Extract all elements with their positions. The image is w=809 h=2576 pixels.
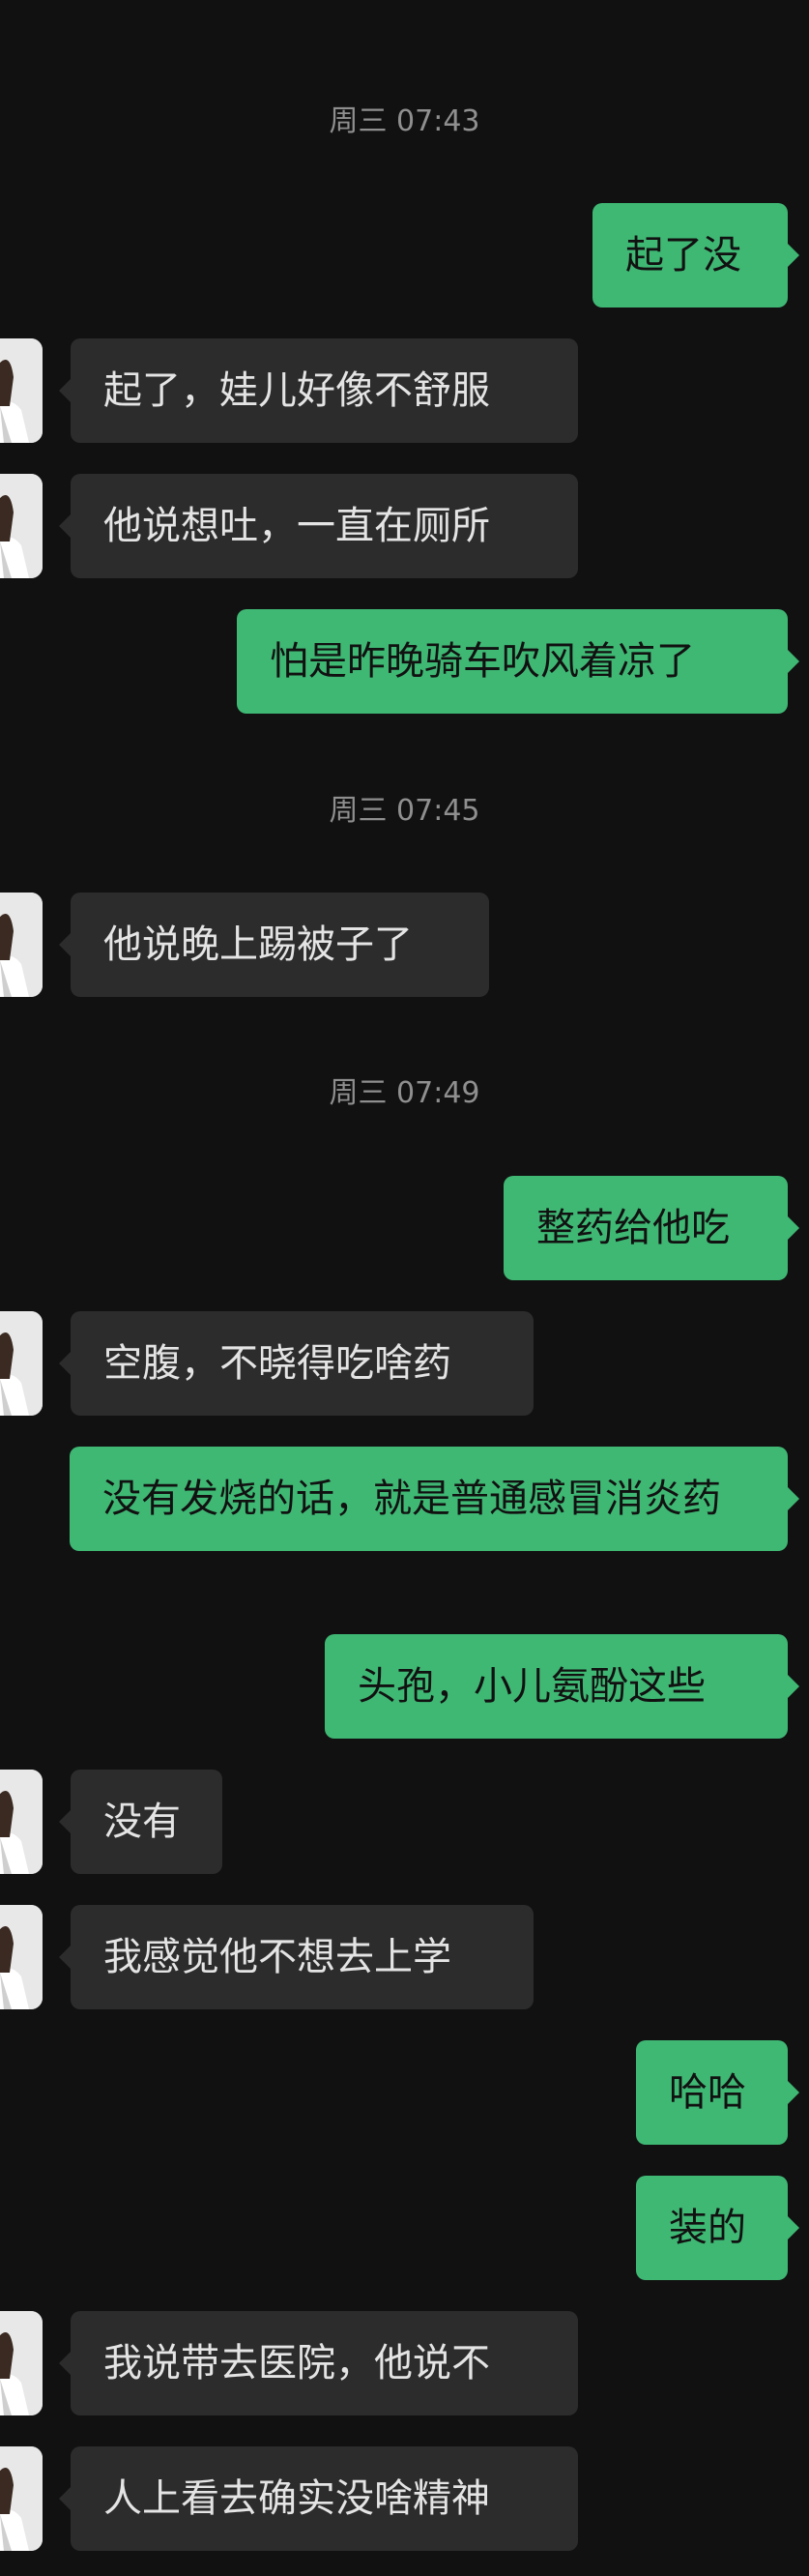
received-message-bubble[interactable]: 空腹，不晓得吃啥药 [59,1311,534,1416]
message-text: 装的 [669,2206,746,2250]
contact-avatar[interactable] [0,1770,43,1874]
contact-avatar[interactable] [0,2311,43,2415]
message-text: 空腹，不晓得吃啥药 [103,1341,451,1386]
contact-avatar[interactable] [0,1311,43,1416]
message-text: 头孢，小儿氨酚这些 [358,1664,706,1709]
message-text: 我感觉他不想去上学 [103,1935,451,1979]
received-message-bubble[interactable]: 我说带去医院，他说不 [59,2311,578,2415]
received-message-bubble[interactable]: 我感觉他不想去上学 [59,1905,534,2009]
contact-avatar[interactable] [0,474,43,578]
sent-message-bubble[interactable]: 整药给他吃 [504,1176,799,1280]
received-message-bubble[interactable]: 没有 [59,1770,222,1874]
sent-message-bubble[interactable]: 怕是昨晚骑车吹风着凉了 [237,609,799,714]
sent-message-bubble[interactable]: 没有发烧的话，就是普通感冒消炎药 [70,1447,799,1551]
sent-message-bubble[interactable]: 装的 [636,2176,799,2280]
contact-avatar[interactable] [0,338,43,443]
timestamp: 周三 07:43 [329,104,480,138]
sent-message-bubble[interactable]: 头孢，小儿氨酚这些 [325,1634,799,1739]
message-text: 起了没 [625,233,741,278]
message-text: 哈哈 [669,2070,746,2115]
received-message-bubble[interactable]: 他说晚上踢被子了 [59,893,489,997]
timestamp: 周三 07:49 [329,1076,480,1110]
sent-message-bubble[interactable]: 起了没 [592,203,799,307]
received-message-bubble[interactable]: 起了，娃儿好像不舒服 [59,338,578,443]
received-message-bubble[interactable]: 他说想吐，一直在厕所 [59,474,578,578]
message-text: 人上看去确实没啥精神 [103,2476,490,2521]
timestamp: 周三 07:45 [329,794,480,828]
received-message-bubble[interactable]: 人上看去确实没啥精神 [59,2446,578,2551]
message-text: 他说晚上踢被子了 [103,922,413,967]
contact-avatar[interactable] [0,893,43,997]
sent-message-bubble[interactable]: 哈哈 [636,2040,799,2145]
message-text: 没有发烧的话，就是普通感冒消炎药 [102,1477,721,1521]
message-text: 我说带去医院，他说不 [103,2341,490,2386]
message-text: 没有 [103,1800,181,1844]
contact-avatar[interactable] [0,2446,43,2551]
message-text: 他说想吐，一直在厕所 [103,504,490,548]
message-text: 整药给他吃 [536,1206,730,1250]
contact-avatar[interactable] [0,1905,43,2009]
message-text: 起了，娃儿好像不舒服 [103,368,490,413]
message-text: 怕是昨晚骑车吹风着凉了 [270,639,695,684]
